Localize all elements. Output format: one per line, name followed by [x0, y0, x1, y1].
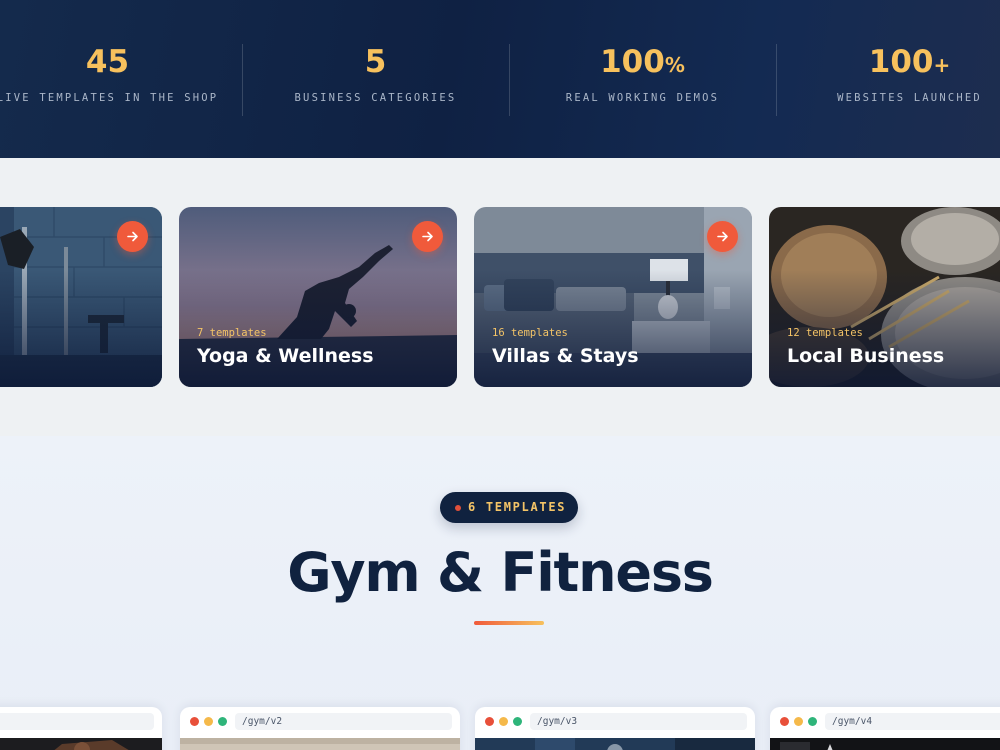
preview-url: /gym/v2	[235, 713, 452, 730]
template-preview-v2[interactable]: /gym/v2	[180, 707, 460, 750]
template-preview-v4[interactable]: /gym/v4	[770, 707, 1000, 750]
stat-label: REAL WORKING DEMOS	[565, 92, 720, 104]
stat-websites: 100+ WEBSITES LAUNCHED	[776, 42, 1000, 105]
window-minimize-dot	[794, 717, 803, 726]
badge-text: 6 TEMPLATES	[468, 500, 567, 514]
stat-label: BUSINESS CATEGORIES	[294, 92, 457, 104]
preview-thumbnail	[0, 738, 162, 750]
window-maximize-dot	[218, 717, 227, 726]
window-close-dot	[780, 717, 789, 726]
stat-value: 5	[364, 44, 387, 80]
card-title: Local Business	[787, 345, 945, 367]
stat-label: WEBSITES LAUNCHED	[837, 92, 982, 104]
category-card-yoga[interactable]: 7 templates Yoga & Wellness	[179, 207, 457, 387]
preview-thumbnail	[180, 738, 460, 750]
preview-thumbnail	[475, 738, 755, 750]
stat-templates: 45 LIVE TEMPLATES IN THE SHOP	[0, 42, 241, 105]
stat-value: 45	[85, 44, 130, 80]
stat-categories: 5 BUSINESS CATEGORIES	[242, 42, 509, 105]
category-card-local-business[interactable]: 12 templates Local Business	[769, 207, 1000, 387]
window-close-dot	[190, 717, 199, 726]
card-count: 12 templates	[787, 327, 863, 339]
title-underline	[474, 621, 544, 625]
card-count: 7 templates	[197, 327, 267, 339]
preview-thumbnail	[770, 738, 1000, 750]
window-close-dot	[485, 717, 494, 726]
card-count: 16 templates	[492, 327, 568, 339]
preview-url: /gym/v3	[530, 713, 747, 730]
window-minimize-dot	[499, 717, 508, 726]
category-card-fitness[interactable]: ness	[0, 207, 162, 387]
arrow-right-icon[interactable]	[412, 221, 443, 252]
stat-demos: 100% REAL WORKING DEMOS	[509, 42, 776, 105]
template-count-badge: 6 TEMPLATES	[440, 492, 578, 523]
arrow-right-icon[interactable]	[117, 221, 148, 252]
preview-url	[0, 713, 154, 730]
stat-label: LIVE TEMPLATES IN THE SHOP	[0, 92, 219, 104]
preview-url: /gym/v4	[825, 713, 1000, 730]
card-title: Villas & Stays	[492, 345, 639, 367]
badge-dot-icon	[455, 505, 461, 511]
window-minimize-dot	[204, 717, 213, 726]
template-preview-v3[interactable]: /gym/v3	[475, 707, 755, 750]
card-title: Yoga & Wellness	[197, 345, 374, 367]
template-preview-v1[interactable]	[0, 707, 162, 750]
section-title: Gym & Fitness	[287, 541, 714, 604]
stat-value: 100+	[868, 44, 951, 80]
page: 45 LIVE TEMPLATES IN THE SHOP 5 BUSINESS…	[0, 0, 1000, 750]
stats-band: 45 LIVE TEMPLATES IN THE SHOP 5 BUSINESS…	[0, 0, 1000, 158]
window-maximize-dot	[513, 717, 522, 726]
category-card-villas[interactable]: 16 templates Villas & Stays	[474, 207, 752, 387]
window-maximize-dot	[808, 717, 817, 726]
arrow-right-icon[interactable]	[707, 221, 738, 252]
stat-value: 100%	[600, 44, 685, 80]
